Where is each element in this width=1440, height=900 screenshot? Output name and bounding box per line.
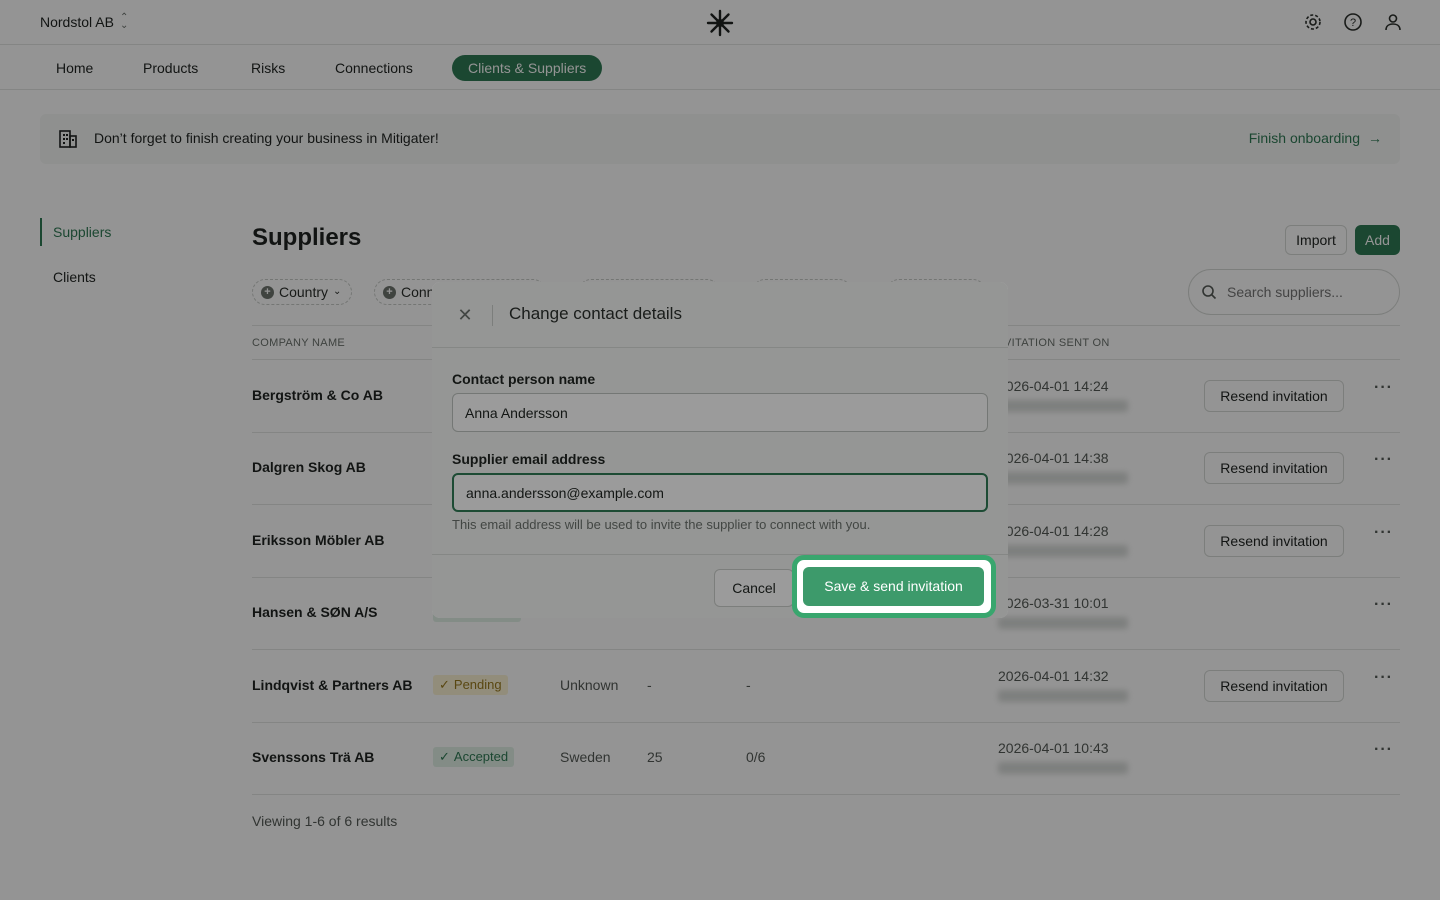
contact-name-label: Contact person name bbox=[452, 371, 596, 387]
email-hint: This email address will be used to invit… bbox=[452, 517, 871, 532]
email-label: Supplier email address bbox=[452, 451, 606, 467]
email-field[interactable] bbox=[452, 473, 988, 512]
modal-title: Change contact details bbox=[509, 304, 682, 323]
cancel-button[interactable]: Cancel bbox=[714, 569, 794, 607]
close-icon[interactable]: ✕ bbox=[454, 304, 476, 326]
contact-name-field[interactable] bbox=[452, 393, 988, 432]
save-send-invitation-button[interactable]: Save & send invitation bbox=[803, 567, 984, 606]
divider bbox=[492, 305, 493, 326]
modal-header: ✕ Change contact details bbox=[432, 282, 1008, 348]
